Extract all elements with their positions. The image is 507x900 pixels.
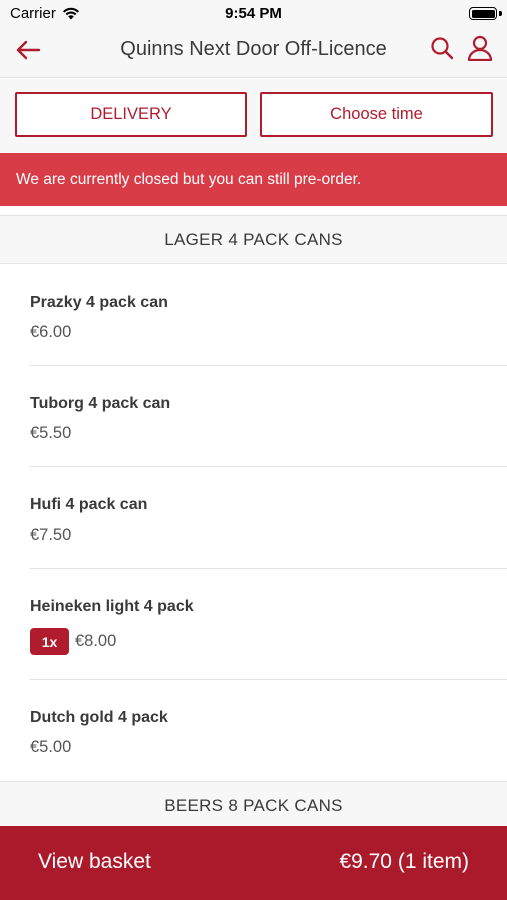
choose-time-button[interactable]: Choose time bbox=[260, 92, 493, 137]
item-name: Dutch gold 4 pack bbox=[30, 709, 168, 726]
basket-label: View basket bbox=[38, 850, 151, 873]
item-price: €5.00 bbox=[30, 738, 72, 756]
closed-notice-banner: We are currently closed but you can stil… bbox=[0, 153, 507, 206]
battery-icon bbox=[469, 7, 497, 20]
menu-item[interactable]: Heineken light 4 pack 1x €8.00 bbox=[0, 569, 507, 680]
quantity-badge: 1x bbox=[30, 628, 69, 655]
nav-bar: Quinns Next Door Off-Licence bbox=[0, 28, 507, 78]
menu-item[interactable]: Dutch gold 4 pack €5.00 bbox=[0, 680, 507, 781]
item-name: Tuborg 4 pack can bbox=[30, 395, 171, 412]
menu-item[interactable]: Hufi 4 pack can €7.50 bbox=[0, 467, 507, 569]
account-button[interactable] bbox=[465, 34, 495, 62]
view-basket-button[interactable]: View basket €9.70 (1 item) bbox=[0, 826, 507, 900]
section-title: BEERS 8 PACK CANS bbox=[164, 795, 343, 815]
search-icon bbox=[431, 37, 454, 60]
item-name: Hufi 4 pack can bbox=[30, 496, 148, 513]
item-price: €6.00 bbox=[30, 323, 72, 341]
battery-tip bbox=[499, 11, 502, 16]
item-price: €7.50 bbox=[30, 526, 72, 544]
section-title: LAGER 4 PACK CANS bbox=[164, 229, 343, 249]
status-time: 9:54 PM bbox=[225, 5, 282, 22]
basket-total: €9.70 (1 item) bbox=[339, 850, 469, 873]
page-title: Quinns Next Door Off-Licence bbox=[120, 38, 387, 60]
user-icon bbox=[467, 35, 493, 61]
item-price: €8.00 bbox=[75, 632, 117, 650]
menu-item[interactable]: Tuborg 4 pack can €5.50 bbox=[0, 366, 507, 467]
section-header: LAGER 4 PACK CANS bbox=[0, 215, 507, 264]
section-header: BEERS 8 PACK CANS bbox=[0, 781, 507, 830]
back-button[interactable] bbox=[12, 34, 44, 66]
status-bar: Carrier 9:54 PM bbox=[0, 0, 507, 28]
item-price: €5.50 bbox=[30, 424, 72, 442]
search-button[interactable] bbox=[428, 34, 456, 62]
item-name: Prazky 4 pack can bbox=[30, 294, 168, 311]
order-options: DELIVERY Choose time bbox=[0, 79, 507, 153]
delivery-button[interactable]: DELIVERY bbox=[15, 92, 247, 137]
arrow-left-icon bbox=[16, 40, 41, 60]
item-name: Heineken light 4 pack bbox=[30, 598, 194, 615]
menu-item[interactable]: Prazky 4 pack can €6.00 bbox=[0, 264, 507, 366]
closed-notice-text: We are currently closed but you can stil… bbox=[16, 170, 362, 188]
